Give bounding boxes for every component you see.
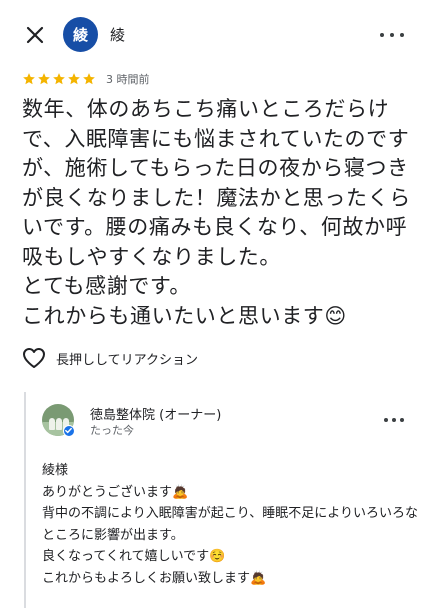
- star-icon: [68, 73, 80, 85]
- star-icon: [23, 73, 35, 85]
- more-options-button[interactable]: [380, 26, 404, 44]
- verified-check-icon: [63, 425, 75, 437]
- reply-text: 綾様 ありがとうございます🙇 背中の不調により入眠障害が起こり、睡眠不足によりい…: [42, 463, 418, 586]
- close-icon: [26, 26, 44, 44]
- star-icon: [53, 73, 65, 85]
- star-icon: [83, 73, 95, 85]
- reply-time: たった今: [90, 424, 134, 437]
- review-header: 綾 綾: [0, 0, 426, 70]
- review-detail-page: 綾 綾 3 時間前 数年、体のあちこち痛いところだらけで、入眠障害にも悩まされて…: [0, 0, 426, 608]
- reaction-label: 長押ししてリアクション: [56, 352, 198, 368]
- more-vert-icon: [384, 418, 388, 422]
- reaction-button[interactable]: 長押ししてリアクション: [22, 345, 198, 371]
- reviewer-name[interactable]: 綾: [110, 24, 125, 45]
- star-rating: [22, 72, 96, 86]
- heart-outline-icon: [23, 348, 45, 368]
- owner-name: 徳島整体院 (オーナー): [90, 408, 222, 423]
- star-icon: [38, 73, 50, 85]
- review-time: 3 時間前: [106, 73, 150, 86]
- review-text: 数年、体のあちこち痛いところだらけで、入眠障害にも悩まされていたのですが、施術し…: [22, 97, 411, 328]
- rating-row: 3 時間前: [22, 71, 150, 87]
- reply-more-button[interactable]: [384, 418, 404, 424]
- owner-reply: 徳島整体院 (オーナー) たった今 綾様 ありがとうございます🙇 背中の不調によ…: [24, 392, 426, 608]
- more-vert-icon: [380, 33, 384, 37]
- avatar[interactable]: 綾: [63, 17, 98, 52]
- close-button[interactable]: [22, 22, 48, 48]
